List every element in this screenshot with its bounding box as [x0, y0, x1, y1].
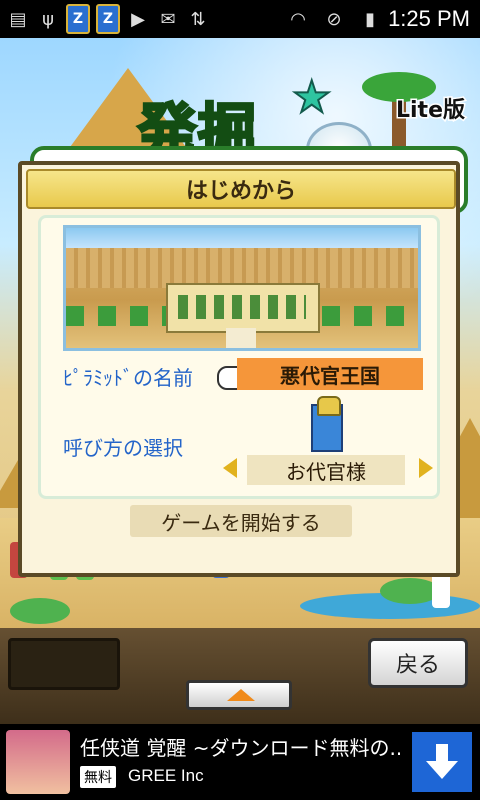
pyramid-name-field[interactable]: 悪代官王国 — [237, 358, 423, 390]
dialog-title: はじめから — [26, 169, 456, 209]
storage-icon: ▤ — [9, 8, 27, 30]
start-game-button[interactable]: ゲームを開始する — [130, 505, 352, 537]
app-z-icon: Z — [96, 4, 120, 34]
lite-edition-label: Lite版 — [395, 97, 467, 125]
empty-slot — [8, 638, 120, 690]
app-z-icon: Z — [66, 4, 90, 34]
path — [226, 328, 256, 348]
ad-free-badge: 無料 — [80, 766, 116, 788]
pharaoh-sprite — [311, 396, 343, 452]
ad-thumbnail[interactable] — [6, 730, 70, 794]
download-icon — [436, 744, 448, 762]
bush — [10, 598, 70, 624]
pyramid-preview-image — [63, 225, 421, 351]
previous-arrow-icon[interactable] — [223, 458, 237, 478]
call-method-label: 呼び方の選択 — [63, 436, 183, 460]
status-bar: ▤ ψ Z Z ▶ ✉ ⇅ ◠ ⊘ ▮ 1:25 PM — [0, 0, 480, 38]
usb-icon: ψ — [42, 8, 54, 30]
ad-title[interactable]: 任侠道 覚醒 ~ダウンロード無料の... — [80, 732, 400, 761]
download-arrow-icon — [426, 761, 458, 779]
star-icon: ★ — [291, 71, 332, 124]
ad-download-button[interactable] — [412, 732, 472, 792]
no-sim-icon: ⊘ — [326, 8, 342, 30]
battery-charging-icon: ▮ — [365, 8, 376, 30]
signal-sync-icon: ⇅ — [190, 8, 206, 30]
new-game-dialog: はじめから ﾋﾟﾗﾐｯﾄﾞの名前 ☞ 悪代官王国 呼び方の選択 お代官様 ゲーム… — [18, 161, 460, 577]
expand-menu-button[interactable] — [186, 680, 292, 710]
temple — [166, 283, 320, 333]
play-store-icon: ▶ — [131, 8, 145, 30]
next-arrow-icon[interactable] — [419, 458, 433, 478]
pyramid-name-label: ﾋﾟﾗﾐｯﾄﾞの名前 — [63, 366, 193, 390]
call-method-selector: お代官様 — [247, 455, 405, 485]
game-screen: 発掘 ★ Lite版 はじめから ﾋﾟﾗﾐｯﾄﾞの名前 ☞ 悪代官王国 呼び方の… — [0, 38, 480, 628]
dialog-content: ﾋﾟﾗﾐｯﾄﾞの名前 ☞ 悪代官王国 呼び方の選択 お代官様 — [38, 215, 440, 499]
ad-source: GREE Inc — [128, 766, 204, 785]
back-button[interactable]: 戻る — [368, 638, 468, 688]
character-sprite — [432, 572, 450, 608]
bottom-control-bar: 戻る — [0, 628, 480, 724]
gmail-icon: ✉ — [160, 8, 176, 30]
wifi-icon: ◠ — [290, 8, 306, 30]
ad-banner[interactable]: 任侠道 覚醒 ~ダウンロード無料の... 無料 GREE Inc — [0, 724, 480, 800]
cliff — [66, 248, 418, 288]
status-time: 1:25 PM — [388, 6, 470, 31]
up-arrow-icon — [227, 689, 255, 701]
